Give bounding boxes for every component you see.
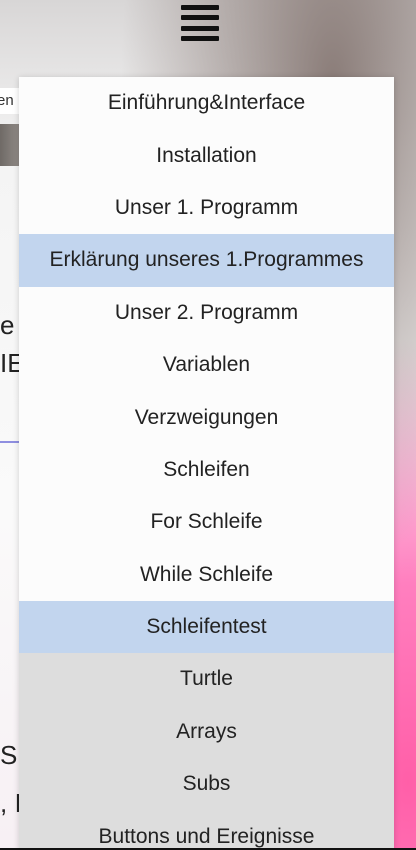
menu-item-erklaerung[interactable]: Erklärung unseres 1.Programmes: [19, 234, 394, 287]
hamburger-bar: [181, 5, 219, 10]
menu-item-arrays[interactable]: Arrays: [19, 705, 394, 759]
background-text: e: [0, 310, 15, 340]
hamburger-bar: [181, 15, 219, 21]
background-text: S: [0, 740, 18, 770]
menu-item-unser-2-programm[interactable]: Unser 2. Programm: [19, 287, 394, 339]
hamburger-bar: [181, 25, 219, 31]
hamburger-bar: [181, 35, 219, 41]
menu-item-verzweigungen[interactable]: Verzweigungen: [19, 391, 394, 443]
menu-item-while-schleife[interactable]: While Schleife: [19, 549, 394, 601]
menu-item-subs[interactable]: Subs: [19, 758, 394, 811]
menu-item-schleifentest[interactable]: Schleifentest: [19, 600, 394, 654]
menu-item-variablen[interactable]: Variablen: [19, 339, 394, 391]
menu-item-einfuehrung[interactable]: Einführung&Interface: [19, 77, 394, 129]
menu-item-installation[interactable]: Installation: [19, 129, 394, 181]
menu-item-for-schleife[interactable]: For Schleife: [19, 496, 394, 548]
menu-item-buttons-und-ereignisse[interactable]: Buttons und Ereignisse: [19, 810, 394, 850]
dropdown-menu: Einführung&Interface Installation Unser …: [19, 77, 394, 850]
menu-item-turtle[interactable]: Turtle: [19, 653, 394, 706]
menu-item-schleifen[interactable]: Schleifen: [19, 444, 394, 496]
hamburger-icon[interactable]: [181, 5, 219, 41]
menu-item-unser-1-programm[interactable]: Unser 1. Programm: [19, 182, 394, 234]
